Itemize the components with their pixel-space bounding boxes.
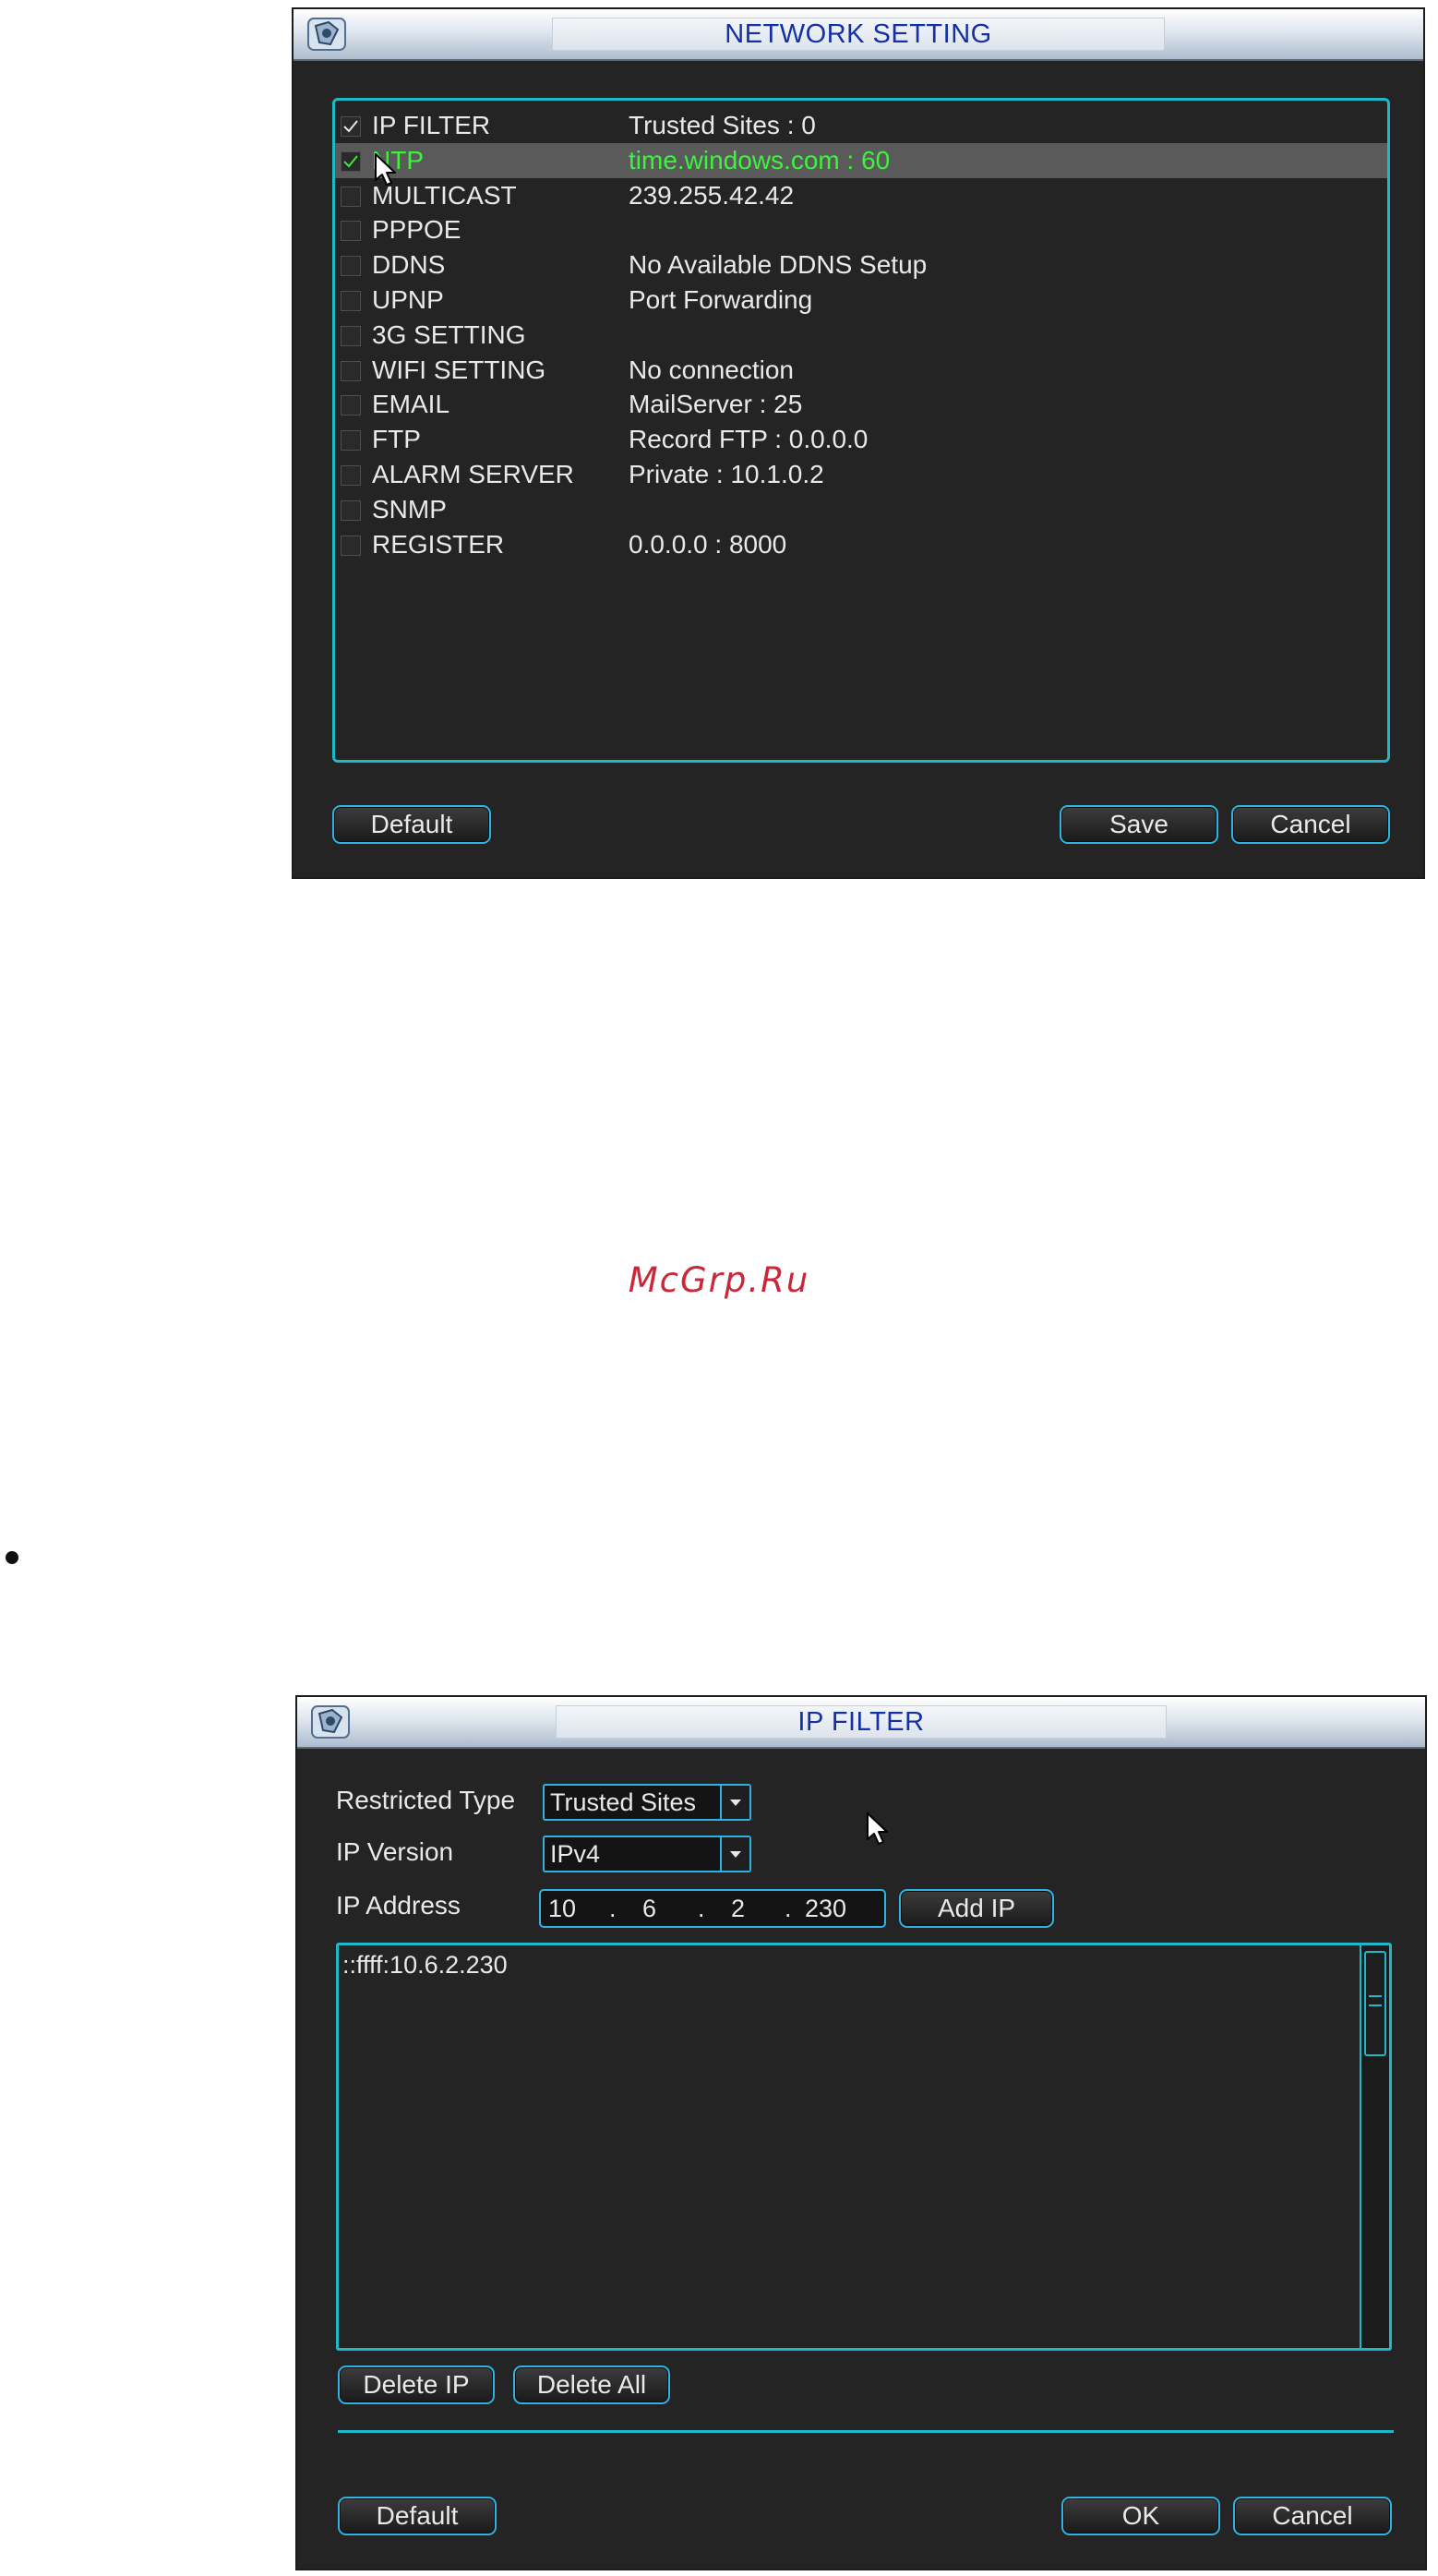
ip-octet-1[interactable]: 10 [548, 1891, 576, 1926]
setting-label: SNMP [372, 494, 447, 524]
setting-value: 0.0.0.0 : 8000 [629, 529, 787, 559]
ip-separator: . [609, 1895, 617, 1922]
setting-label: UPNP [372, 285, 444, 314]
setting-value: Private : 10.1.0.2 [629, 460, 824, 488]
restricted-type-label: Restricted Type [336, 1786, 516, 1814]
delete-all-button[interactable]: Delete All [513, 2365, 670, 2404]
checkbox[interactable] [341, 395, 361, 416]
network-setting-row[interactable]: ALARM SERVER Private : 10.1.0.2 [335, 457, 1387, 492]
ok-button[interactable]: OK [1061, 2497, 1220, 2535]
add-ip-button[interactable]: Add IP [899, 1889, 1054, 1928]
ip-octet-4[interactable]: 230 [805, 1891, 846, 1926]
network-settings-list: IP FILTER Trusted Sites : 0 NTP time.window… [332, 98, 1390, 763]
chevron-down-icon[interactable] [720, 1786, 749, 1819]
checkbox[interactable] [341, 221, 361, 242]
app-logo-icon [307, 18, 346, 51]
network-setting-row[interactable]: NTP time.windows.com : 60 [335, 142, 1387, 178]
setting-label: FTP [372, 425, 421, 454]
setting-label: WIFI SETTING [372, 355, 546, 384]
ip-version-select[interactable]: IPv4 [543, 1836, 751, 1872]
network-setting-row[interactable]: FTP Record FTP : 0.0.0.0 [335, 422, 1387, 457]
list-bullet [6, 1551, 18, 1564]
checkbox-checked[interactable] [341, 116, 361, 137]
scrollbar[interactable] [1360, 1945, 1389, 2348]
ip-list[interactable]: ::ffff:10.6.2.230 [336, 1943, 1392, 2351]
checkbox[interactable] [341, 256, 361, 277]
checkbox[interactable] [341, 186, 361, 207]
save-button[interactable]: Save [1060, 805, 1218, 844]
checkmark-icon [343, 120, 358, 133]
setting-label: ALARM SERVER [372, 460, 574, 488]
list-item[interactable]: ::ffff:10.6.2.230 [342, 1951, 508, 1980]
network-setting-row[interactable]: IP FILTER Trusted Sites : 0 [335, 108, 1387, 143]
checkbox[interactable] [341, 291, 361, 311]
setting-label: REGISTER [372, 529, 505, 559]
ip-octet-3[interactable]: 2 [731, 1891, 745, 1926]
window-title: IP FILTER [556, 1705, 1167, 1739]
network-setting-row[interactable]: EMAIL MailServer : 25 [335, 387, 1387, 422]
watermark-text: McGrp.Ru [628, 1260, 810, 1300]
checkbox-checked[interactable] [341, 150, 361, 172]
restricted-type-select[interactable]: Trusted Sites [543, 1784, 751, 1821]
checkbox[interactable] [341, 430, 361, 451]
setting-value: No Available DDNS Setup [629, 250, 928, 280]
ip-address-label: IP Address [336, 1891, 461, 1920]
ip-version-value: IPv4 [550, 1840, 601, 1868]
checkbox[interactable] [341, 535, 361, 556]
default-button[interactable]: Default [332, 805, 491, 844]
setting-label: EMAIL [372, 390, 450, 419]
network-setting-titlebar: NETWORK SETTING [294, 9, 1423, 61]
checkmark-icon [343, 155, 358, 168]
setting-value: time.windows.com : 60 [629, 145, 891, 175]
setting-label: 3G SETTING [372, 319, 526, 349]
network-setting-row[interactable]: PPPOE [335, 212, 1387, 247]
ip-filter-window: IP FILTER Restricted Type Trusted Sites … [295, 1695, 1427, 2570]
cancel-button[interactable]: Cancel [1231, 805, 1390, 844]
setting-value: Record FTP : 0.0.0.0 [629, 425, 869, 454]
window-title: NETWORK SETTING [552, 18, 1165, 51]
section-divider [338, 2430, 1394, 2433]
network-setting-row[interactable]: SNMP [335, 492, 1387, 527]
setting-value: 239.255.42.42 [629, 180, 795, 210]
setting-value: Trusted Sites : 0 [629, 111, 816, 139]
restricted-type-value: Trusted Sites [550, 1788, 697, 1816]
cancel-button[interactable]: Cancel [1233, 2497, 1392, 2535]
app-logo-icon [311, 1705, 350, 1739]
scroll-thumb[interactable] [1364, 1951, 1386, 2056]
setting-label: DDNS [372, 250, 446, 280]
checkbox[interactable] [341, 465, 361, 486]
checkbox[interactable] [341, 325, 361, 346]
setting-label: PPPOE [372, 215, 461, 245]
checkbox[interactable] [341, 500, 361, 521]
default-button[interactable]: Default [338, 2497, 497, 2535]
mouse-cursor-icon [867, 1812, 888, 1845]
network-setting-window: NETWORK SETTING IP FILTER Trusted Sites :… [292, 7, 1425, 879]
mouse-cursor-icon [375, 153, 396, 186]
setting-value: No connection [629, 355, 795, 384]
ip-address-input[interactable]: 10 . 6 . 2 . 230 [539, 1889, 886, 1928]
ip-octet-2[interactable]: 6 [642, 1891, 656, 1926]
delete-ip-button[interactable]: Delete IP [338, 2365, 495, 2404]
checkbox[interactable] [341, 360, 361, 381]
network-setting-row[interactable]: UPNP Port Forwarding [335, 283, 1387, 318]
setting-value: Port Forwarding [629, 285, 813, 314]
ip-separator: . [698, 1895, 705, 1922]
network-setting-row[interactable]: 3G SETTING [335, 318, 1387, 353]
network-setting-row[interactable]: REGISTER 0.0.0.0 : 8000 [335, 527, 1387, 562]
chevron-down-icon[interactable] [720, 1837, 749, 1871]
setting-label: IP FILTER [372, 111, 491, 139]
setting-value: MailServer : 25 [629, 390, 803, 419]
ip-separator: . [785, 1895, 792, 1922]
network-setting-row[interactable]: MULTICAST 239.255.42.42 [335, 178, 1387, 213]
network-setting-row[interactable]: WIFI SETTING No connection [335, 353, 1387, 388]
network-setting-row[interactable]: DDNS No Available DDNS Setup [335, 247, 1387, 283]
ip-version-label: IP Version [336, 1837, 454, 1866]
ip-filter-titlebar: IP FILTER [297, 1697, 1425, 1749]
